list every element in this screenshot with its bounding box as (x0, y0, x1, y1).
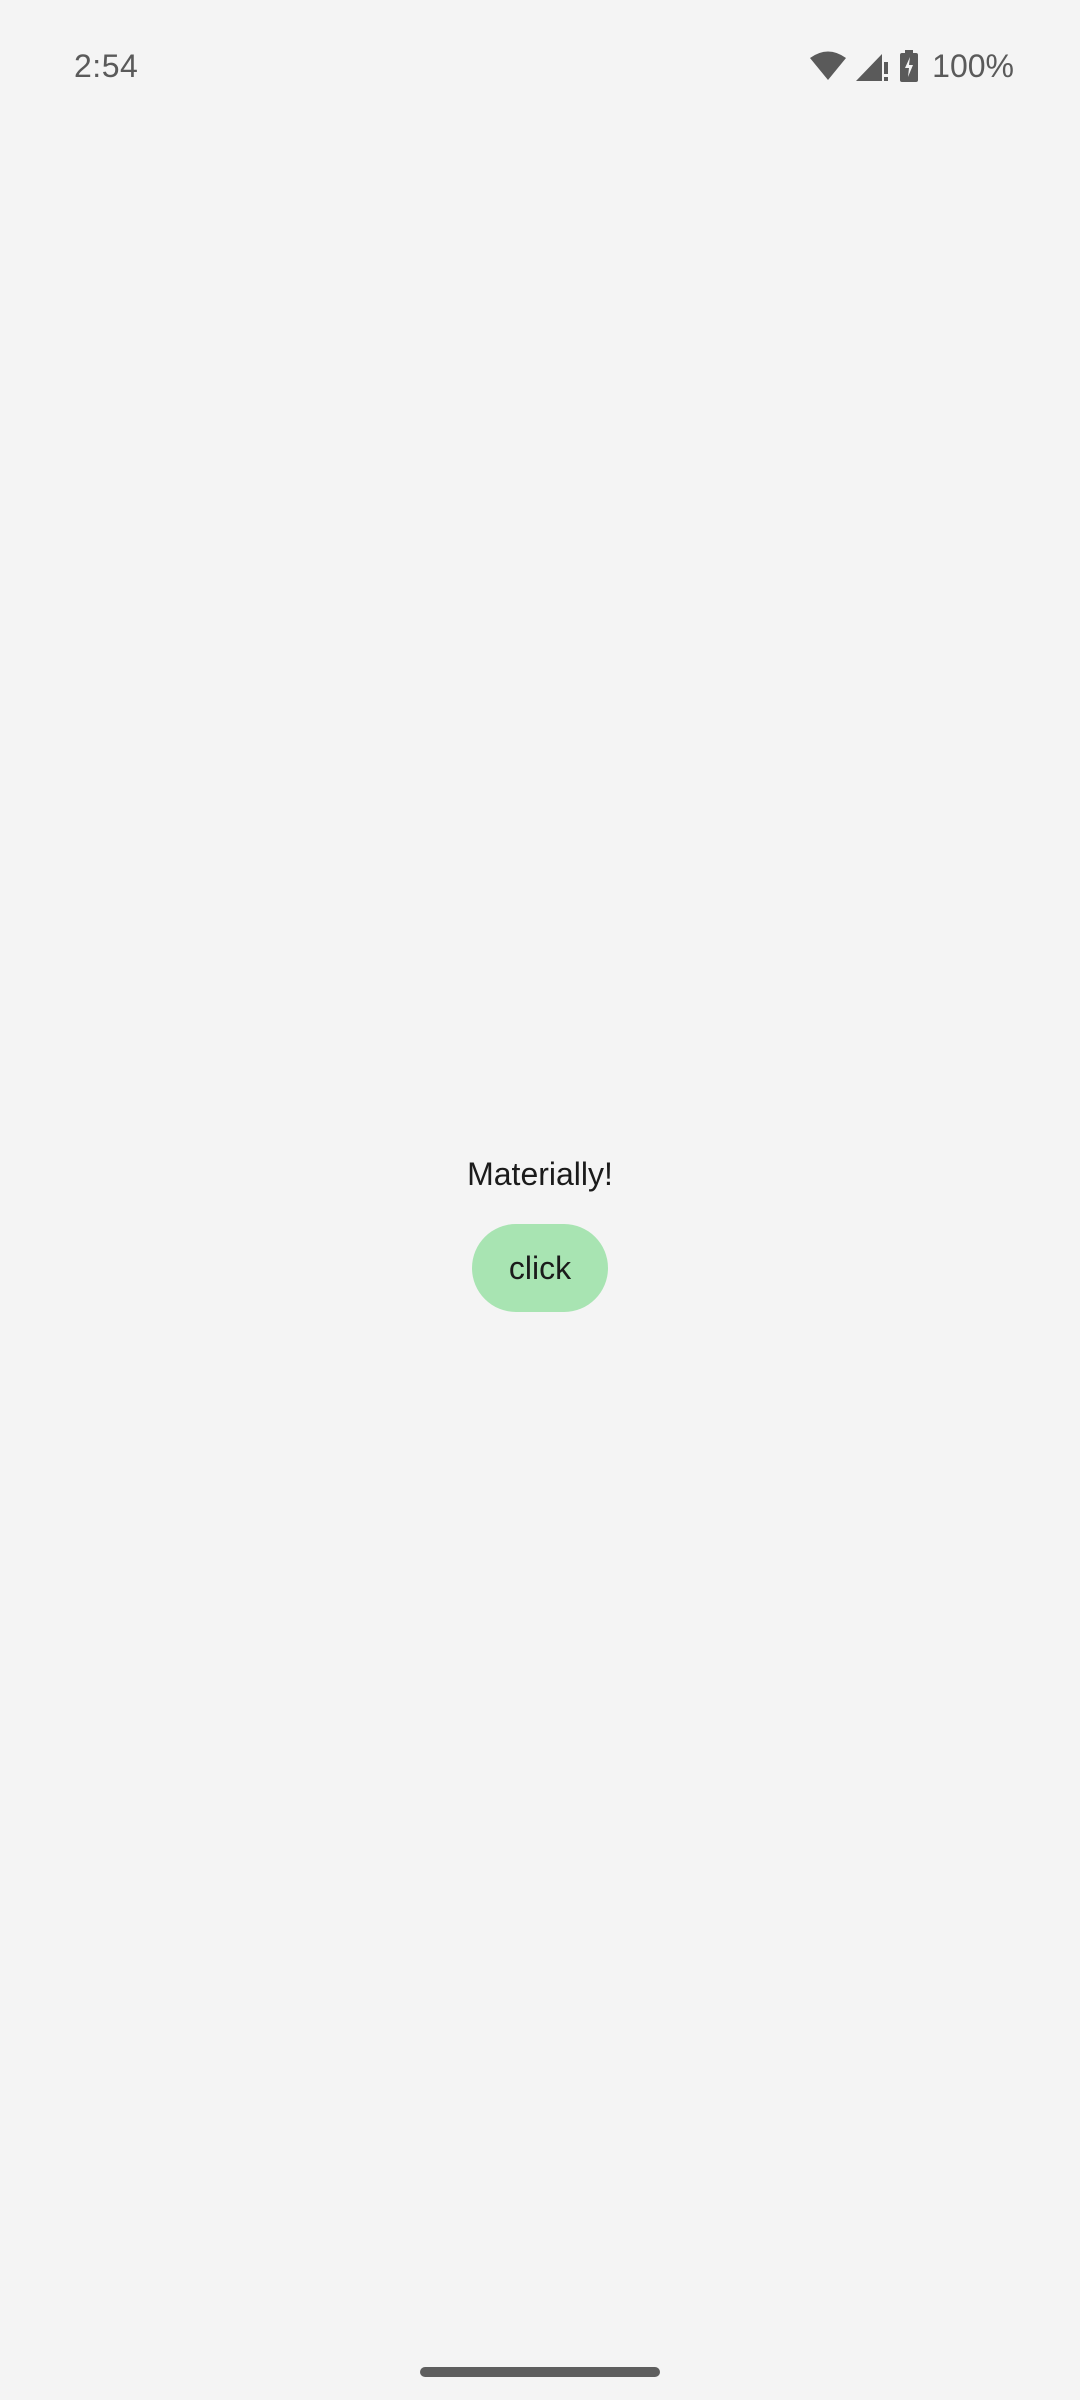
battery-percent: 100% (932, 48, 1014, 84)
status-bar: 2:54 100% (0, 0, 1080, 132)
app-screen: 2:54 100% Materially! click (0, 0, 1080, 2400)
wifi-icon (810, 51, 847, 81)
main-content: Materially! click (0, 1150, 1080, 1312)
status-time: 2:54 (74, 48, 139, 84)
cellular-no-data-icon (856, 50, 890, 82)
click-button[interactable]: click (472, 1224, 608, 1312)
headline-text: Materially! (467, 1156, 613, 1192)
battery-charging-icon (900, 50, 919, 82)
gesture-nav-handle[interactable] (420, 2367, 660, 2377)
status-icons: 100% (810, 44, 1014, 88)
